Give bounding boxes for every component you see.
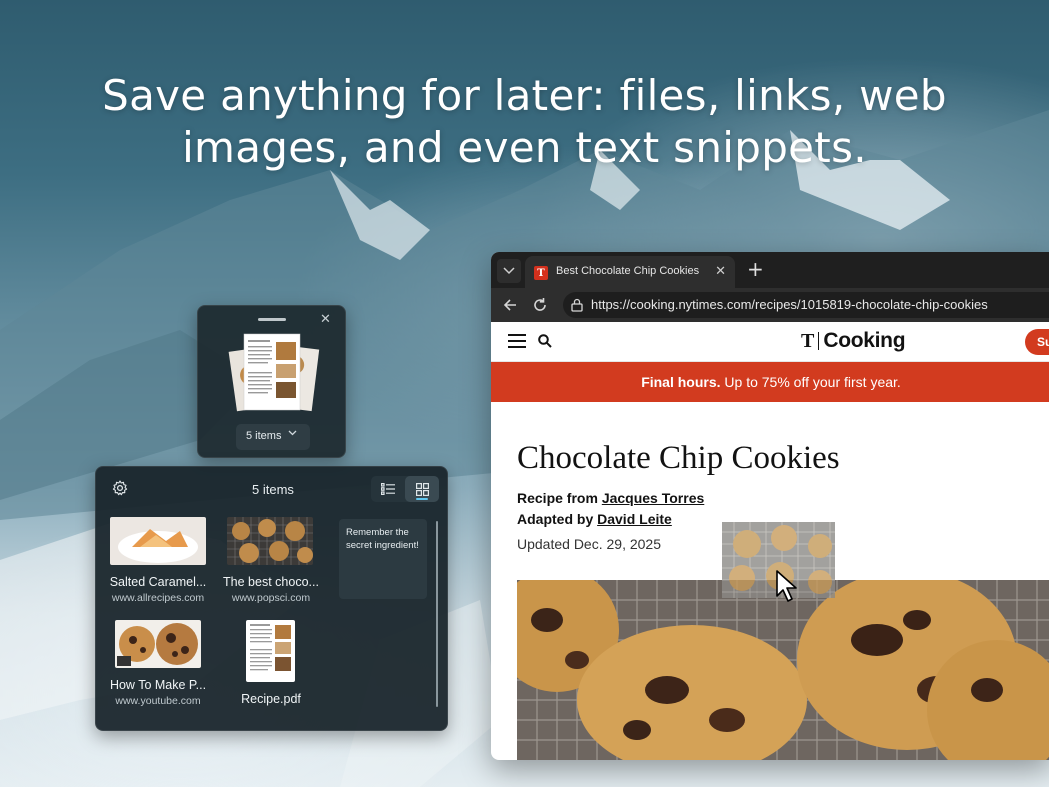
close-tab-button[interactable]: ✕	[715, 264, 726, 279]
item-url: www.popsci.com	[231, 592, 311, 604]
shelf-item[interactable]: How To Make P... www.youtube.com	[103, 620, 213, 710]
text-snippet-card[interactable]: Remember the secret ingredient!	[339, 519, 427, 599]
item-url: www.youtube.com	[115, 695, 201, 707]
adapted-label: Adapted by	[517, 511, 598, 527]
recipe-from: Recipe from Jacques Torres	[517, 490, 704, 506]
item-label: Salted Caramel...	[109, 575, 207, 589]
new-tab-button[interactable]: +	[747, 258, 764, 280]
promo-bold: Final hours.	[641, 374, 721, 390]
view-toggle	[371, 476, 439, 502]
promo-text: Up to 75% off your first year.	[720, 374, 901, 390]
subscribe-button[interactable]: Su	[1025, 329, 1049, 355]
back-icon[interactable]	[501, 296, 519, 314]
gear-icon[interactable]	[112, 480, 128, 496]
drop-shelf-expanded: 5 items Salted Caramel... www.allrecipes…	[95, 466, 448, 731]
item-label: The best choco...	[223, 575, 319, 589]
adapter-link[interactable]: David Leite	[597, 511, 672, 527]
logo-word: Cooking	[823, 329, 906, 352]
item-url: www.allrecipes.com	[111, 592, 205, 604]
url-text: https://cooking.nytimes.com/recipes/1015…	[591, 297, 988, 312]
lock-icon	[571, 298, 583, 312]
chevron-down-icon	[503, 267, 515, 275]
address-bar: https://cooking.nytimes.com/recipes/1015…	[491, 288, 1049, 322]
shelf-item[interactable]: Salted Caramel... www.allrecipes.com	[103, 517, 213, 607]
grid-view-button[interactable]	[405, 476, 439, 502]
search-icon[interactable]	[538, 334, 552, 348]
list-view-button[interactable]	[371, 476, 405, 502]
stacked-items-preview[interactable]	[224, 332, 320, 414]
drag-handle[interactable]	[258, 318, 286, 321]
grid-view-icon	[415, 482, 429, 496]
logo-divider	[818, 332, 820, 350]
recipe-from-label: Recipe from	[517, 490, 602, 506]
menu-icon[interactable]	[508, 334, 526, 348]
close-shelf-button[interactable]: ✕	[320, 312, 331, 327]
scrollbar[interactable]	[436, 521, 438, 707]
tab-title: Best Chocolate Chip Cookies	[556, 265, 700, 277]
items-dropdown-label: 5 items	[246, 430, 282, 442]
item-thumbnail	[110, 517, 206, 565]
shelf-item-count: 5 items	[252, 482, 294, 497]
cursor-icon	[776, 570, 797, 602]
shelf-item[interactable]: The best choco... www.popsci.com	[216, 517, 326, 607]
updated-date: Updated Dec. 29, 2025	[517, 536, 661, 552]
shelf-item[interactable]: Recipe.pdf	[216, 620, 326, 710]
site-header: T Cooking Su	[491, 322, 1049, 362]
item-label: Recipe.pdf	[241, 692, 301, 706]
items-dropdown[interactable]: 5 items	[236, 424, 310, 450]
hero-image	[517, 580, 1049, 760]
list-view-icon	[381, 483, 395, 495]
tab-list-button[interactable]	[497, 259, 521, 283]
tab-active[interactable]: T Best Chocolate Chip Cookies ✕	[525, 256, 735, 288]
chevron-down-icon	[288, 430, 297, 436]
headline-line-1: Save anything for later: files, links, w…	[102, 71, 947, 120]
site-logo[interactable]: T Cooking	[801, 329, 906, 353]
nyt-favicon-icon: T	[534, 266, 548, 280]
headline-line-2: images, and even text snippets.	[182, 123, 867, 172]
adapted-by: Adapted by David Leite	[517, 511, 672, 527]
refresh-icon[interactable]	[531, 296, 549, 314]
item-label: How To Make P...	[109, 678, 207, 692]
item-thumbnail	[227, 517, 313, 565]
browser-window: T Best Chocolate Chip Cookies ✕ + https:…	[491, 252, 1049, 760]
logo-t: T	[801, 329, 815, 352]
headline: Save anything for later: files, links, w…	[0, 70, 1049, 174]
pdf-thumbnail	[246, 620, 295, 682]
recipe-author-link[interactable]: Jacques Torres	[602, 490, 704, 506]
promo-banner[interactable]: Final hours. Up to 75% off your first ye…	[491, 362, 1049, 402]
drop-shelf-compact[interactable]: ✕ 5 items	[197, 305, 346, 458]
url-input[interactable]: https://cooking.nytimes.com/recipes/1015…	[563, 292, 1049, 318]
tab-bar: T Best Chocolate Chip Cookies ✕ +	[491, 252, 1049, 288]
recipe-title: Chocolate Chip Cookies	[517, 440, 840, 476]
item-thumbnail	[115, 620, 201, 668]
